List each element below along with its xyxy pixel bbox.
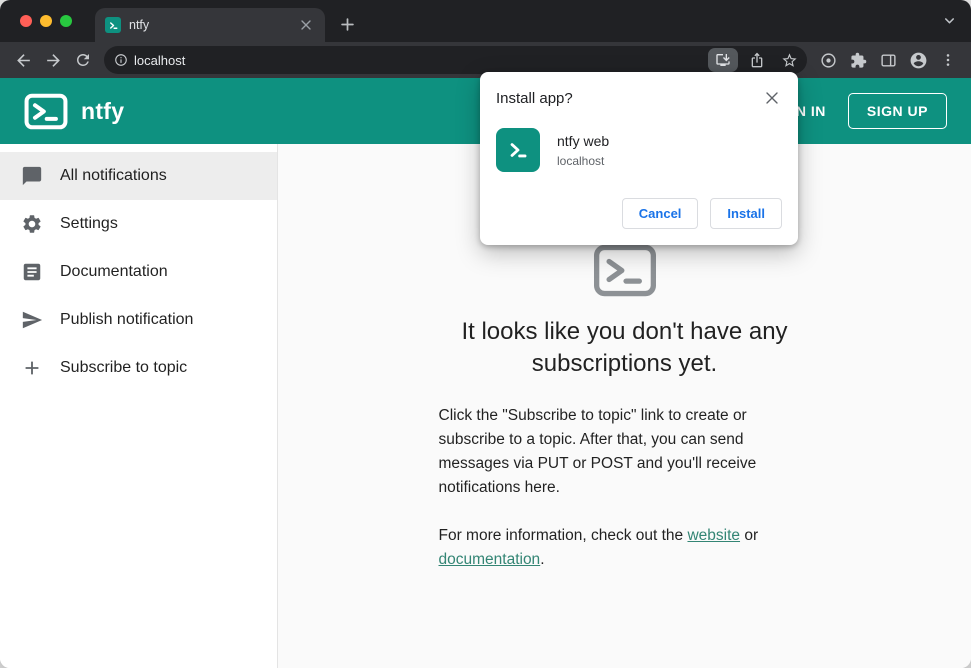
terminal-icon [593, 244, 657, 302]
sidebar-item-label: Documentation [60, 263, 168, 280]
profile-avatar-icon[interactable] [903, 45, 933, 75]
website-link[interactable]: website [687, 527, 740, 544]
empty-state-heading: It looks like you don't have any subscri… [461, 318, 788, 377]
install-app-popup: Install app? ntfy web localhost Cancel I… [480, 72, 798, 245]
sidebar-item-label: All notifications [60, 167, 167, 184]
tab-search-chevron-icon[interactable] [942, 13, 957, 28]
sidebar-item-documentation[interactable]: Documentation [0, 248, 277, 296]
tab-title: ntfy [129, 18, 150, 32]
sidebar-item-all-notifications[interactable]: All notifications [0, 152, 277, 200]
empty-state: It looks like you don't have any subscri… [439, 244, 811, 572]
new-tab-button[interactable] [333, 10, 361, 38]
minimize-window-button[interactable] [40, 15, 52, 27]
sidebar-item-settings[interactable]: Settings [0, 200, 277, 248]
sidebar-item-label: Subscribe to topic [60, 359, 188, 376]
extensions-puzzle-icon[interactable] [843, 45, 873, 75]
more-info-text: For more information, check out the [438, 527, 688, 544]
browser-window: ntfy localhost ntfy SIGN IN SIGN UP All … [0, 0, 971, 668]
side-panel-icon[interactable] [873, 45, 903, 75]
install-app-icon[interactable] [708, 48, 738, 72]
install-app-name: ntfy web [557, 132, 610, 149]
plus-icon [20, 357, 44, 379]
ntfy-app-icon [496, 128, 540, 172]
close-window-button[interactable] [20, 15, 32, 27]
bookmark-star-icon[interactable] [776, 47, 802, 73]
empty-state-more: For more information, check out the webs… [439, 524, 811, 572]
forward-button[interactable] [38, 45, 68, 75]
install-button[interactable]: Install [710, 198, 782, 229]
fullscreen-window-button[interactable] [60, 15, 72, 27]
more-info-text: . [540, 551, 545, 568]
sign-up-button[interactable]: SIGN UP [847, 93, 947, 129]
site-info-icon[interactable] [114, 53, 128, 67]
cancel-button[interactable]: Cancel [621, 198, 699, 229]
macos-traffic-lights [20, 15, 72, 27]
send-icon [20, 309, 44, 331]
chat-bubble-icon [20, 165, 44, 187]
sidebar-item-publish-notification[interactable]: Publish notification [0, 296, 277, 344]
gear-icon [20, 213, 44, 235]
browser-titlebar: ntfy [0, 0, 971, 42]
share-icon[interactable] [744, 47, 770, 73]
back-button[interactable] [8, 45, 38, 75]
book-icon [20, 261, 44, 283]
brand-name: ntfy [81, 97, 125, 124]
reload-button[interactable] [68, 45, 98, 75]
browser-tab-ntfy[interactable]: ntfy [95, 8, 325, 42]
menu-kebab-icon[interactable] [933, 45, 963, 75]
empty-state-body: Click the "Subscribe to topic" link to c… [438, 407, 757, 496]
install-popup-title: Install app? [496, 90, 573, 107]
pinned-extension-icon[interactable] [813, 45, 843, 75]
documentation-link[interactable]: documentation [439, 551, 541, 568]
sidebar-item-subscribe-to-topic[interactable]: Subscribe to topic [0, 344, 277, 392]
sidebar-item-label: Settings [60, 215, 118, 232]
address-bar[interactable]: localhost [104, 46, 807, 74]
address-bar-url: localhost [134, 52, 186, 68]
install-app-origin: localhost [557, 153, 605, 168]
close-tab-icon[interactable] [297, 16, 315, 34]
close-popup-icon[interactable] [762, 88, 782, 108]
more-info-text: or [740, 527, 759, 544]
ntfy-favicon-icon [105, 17, 121, 33]
sidebar: All notifications Settings Documentation… [0, 144, 278, 668]
sidebar-item-label: Publish notification [60, 311, 194, 328]
ntfy-logo-icon [24, 93, 68, 130]
